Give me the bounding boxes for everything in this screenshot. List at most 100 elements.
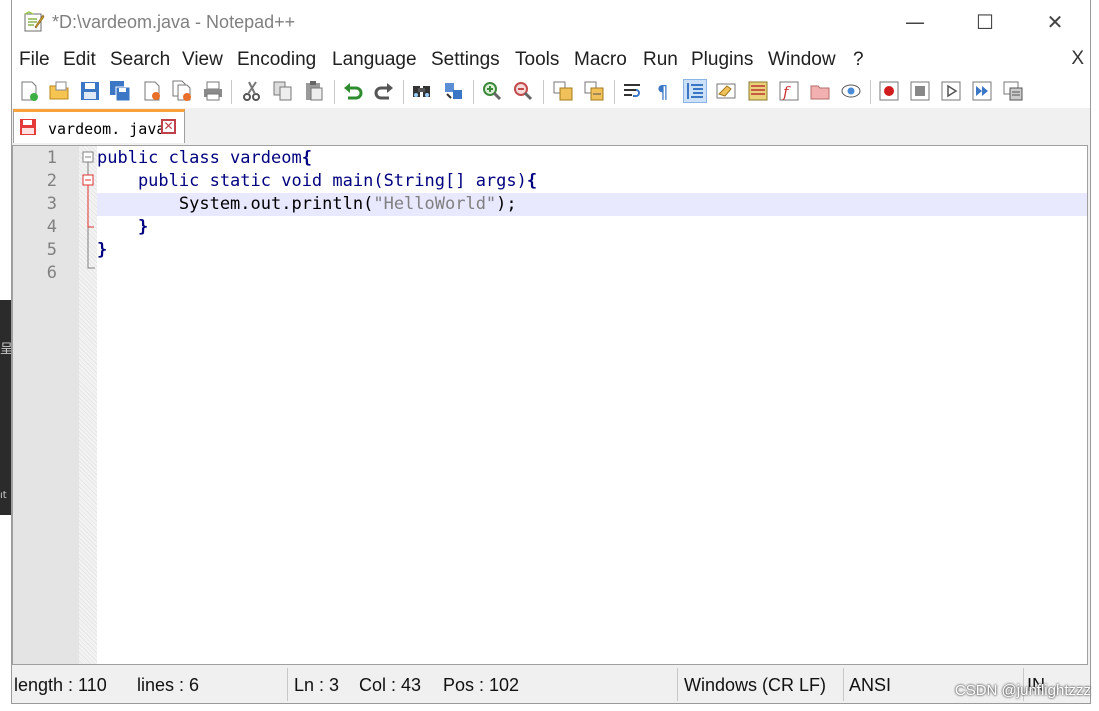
fold-markers	[82, 151, 95, 269]
window-title: *D:\vardeom.java - Notepad++	[52, 12, 296, 32]
line-number-gutter: 1 2 3 4 5 6	[13, 146, 79, 664]
print-icon[interactable]	[202, 80, 224, 102]
code-line-3: System.out.println("HelloWorld");	[97, 193, 1087, 216]
code-token: }	[97, 217, 149, 237]
line-number: 5	[46, 240, 57, 260]
cut-icon[interactable]	[241, 80, 263, 102]
menu-bar: File Edit Search View Encoding Language …	[12, 44, 1090, 74]
folder-workspace-icon[interactable]	[809, 80, 831, 102]
paste-icon[interactable]	[303, 80, 325, 102]
word-wrap-icon[interactable]	[622, 80, 644, 102]
undo-icon[interactable]	[342, 80, 364, 102]
menu-settings[interactable]: Settings	[431, 49, 500, 71]
toolbar-separator	[403, 80, 404, 104]
close-document-button[interactable]: X	[1071, 48, 1084, 70]
save-all-icon[interactable]	[109, 80, 131, 102]
watermark: CSDN @junflightzzz	[954, 682, 1091, 699]
menu-window[interactable]: Window	[768, 49, 836, 71]
title-bar: *D:\vardeom.java - Notepad++ — ☐ ✕	[12, 0, 1090, 44]
code-line-5: }	[97, 239, 1087, 262]
maximize-button[interactable]: ☐	[962, 6, 1008, 38]
menu-plugins[interactable]: Plugins	[691, 49, 753, 71]
close-window-button[interactable]: ✕	[1032, 6, 1078, 38]
status-ln: Ln : 3	[294, 675, 340, 695]
tab-label: vardeom. java	[48, 120, 166, 138]
unsaved-file-icon	[20, 119, 36, 135]
code-token: public static void main(String[] args)	[97, 171, 527, 191]
background-glyph-2: ıt	[0, 490, 7, 501]
show-all-chars-icon[interactable]: ¶	[653, 80, 675, 102]
run-macro-multiple-icon[interactable]	[971, 80, 993, 102]
zoom-in-icon[interactable]	[481, 80, 503, 102]
code-token: System.out.println(	[97, 194, 374, 214]
toolbar-separator	[231, 80, 232, 104]
notepad-plus-plus-icon	[24, 11, 45, 32]
menu-help[interactable]: ?	[853, 49, 864, 71]
open-file-icon[interactable]	[48, 80, 70, 102]
status-eol: Windows (CR LF)	[684, 675, 827, 695]
indent-guide-icon[interactable]	[683, 79, 707, 103]
sync-horizontal-icon[interactable]	[583, 80, 605, 102]
code-editor[interactable]: 1 2 3 4 5 6 public class vardeom{ public…	[12, 145, 1088, 665]
redo-icon[interactable]	[373, 80, 395, 102]
maximize-icon: ☐	[976, 10, 994, 34]
replace-icon[interactable]	[443, 80, 465, 102]
toolbar-separator	[870, 80, 871, 104]
tab-bar: vardeom. java ✕	[12, 108, 1090, 144]
stop-record-icon[interactable]	[909, 80, 931, 102]
line-number: 1	[46, 148, 57, 168]
code-token: {	[526, 171, 538, 191]
menu-encoding[interactable]: Encoding	[237, 49, 316, 71]
close-all-icon[interactable]	[171, 80, 193, 102]
copy-icon[interactable]	[272, 80, 294, 102]
line-number: 4	[46, 217, 57, 237]
menu-search[interactable]: Search	[110, 49, 170, 71]
menu-language[interactable]: Language	[332, 49, 417, 71]
zoom-out-icon[interactable]	[512, 80, 534, 102]
status-encoding: ANSI	[849, 675, 892, 695]
menu-macro[interactable]: Macro	[574, 49, 627, 71]
menu-edit[interactable]: Edit	[63, 49, 96, 71]
play-macro-icon[interactable]	[940, 80, 962, 102]
toolbar: ¶ f	[12, 74, 1090, 108]
find-icon[interactable]	[411, 80, 433, 102]
menu-tools[interactable]: Tools	[515, 49, 559, 71]
minimize-button[interactable]: —	[892, 6, 938, 38]
code-token: }	[97, 240, 108, 260]
function-list-icon[interactable]: f	[778, 80, 800, 102]
tab-vardeom-java[interactable]: vardeom. java ✕	[13, 109, 185, 143]
doc-map-icon[interactable]	[747, 80, 769, 102]
save-macro-icon[interactable]	[1002, 80, 1024, 102]
line-number: 6	[46, 263, 57, 283]
menu-file[interactable]: File	[19, 49, 50, 71]
status-length: length : 110	[14, 675, 107, 695]
record-macro-icon[interactable]	[878, 80, 900, 102]
minimize-icon: —	[905, 10, 925, 34]
close-icon: ✕	[1046, 10, 1064, 34]
menu-view[interactable]: View	[182, 49, 223, 71]
save-icon[interactable]	[79, 80, 101, 102]
toolbar-separator	[614, 80, 615, 104]
svg-text:¶: ¶	[657, 82, 668, 102]
code-area[interactable]: public class vardeom{ public static void…	[97, 146, 1087, 664]
new-file-icon[interactable]	[18, 80, 40, 102]
code-token: public class vardeom	[97, 148, 302, 168]
close-icon: ✕	[163, 119, 174, 133]
status-pos: Pos : 102	[443, 675, 520, 695]
sync-vertical-icon[interactable]	[552, 80, 574, 102]
line-number: 3	[46, 194, 57, 214]
monitoring-icon[interactable]	[840, 80, 862, 102]
status-col: Col : 43	[359, 675, 422, 695]
status-lines: lines : 6	[137, 675, 200, 695]
code-token: {	[301, 148, 312, 168]
language-define-icon[interactable]	[715, 80, 737, 102]
toolbar-separator	[473, 80, 474, 104]
menu-run[interactable]: Run	[643, 49, 678, 71]
code-line-2: public static void main(String[] args){	[97, 170, 1087, 193]
tab-close-button[interactable]: ✕	[161, 119, 176, 134]
code-token: );	[496, 194, 517, 214]
line-number: 2	[46, 171, 57, 191]
close-file-icon[interactable]	[141, 80, 163, 102]
fold-margin	[79, 146, 97, 664]
